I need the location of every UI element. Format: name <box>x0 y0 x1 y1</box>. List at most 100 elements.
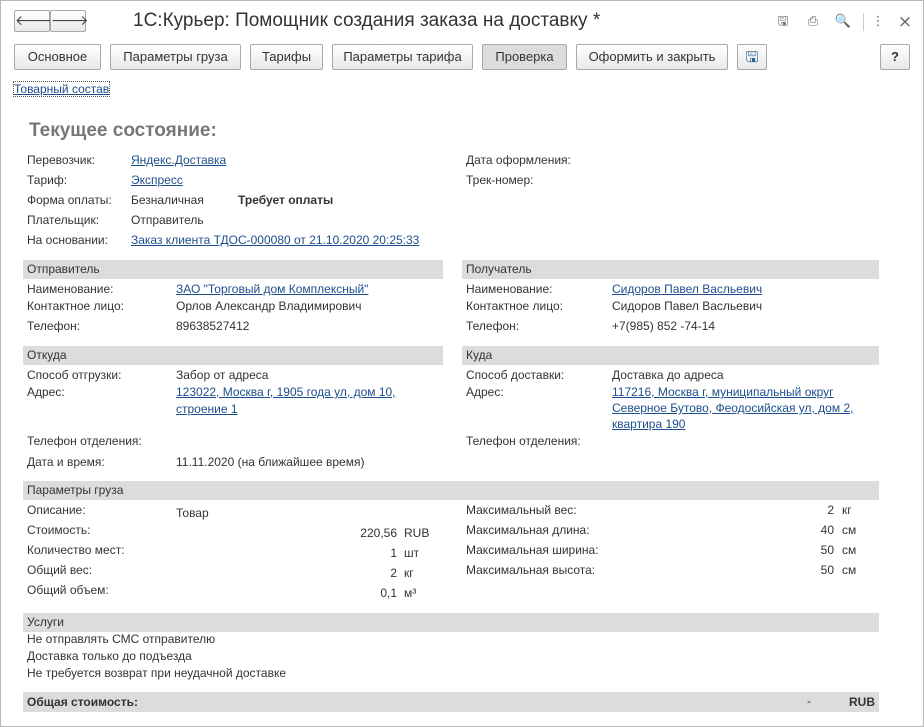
cargo-description-value: Товар <box>176 506 209 520</box>
sender-name-link[interactable]: ЗАО "Торговый дом Комплексный" <box>176 282 368 296</box>
from-address-link-line1[interactable]: 123022, Москва г, 1905 года ул, дом 10, <box>176 385 396 399</box>
payer-label: Плательщик: <box>27 213 100 227</box>
max-height-value: 50 <box>820 563 834 577</box>
to-address-link-line2[interactable]: Северное Бутово, Феодосийская ул, дом 2, <box>612 401 853 415</box>
back-button[interactable]: 🡐 <box>14 10 53 32</box>
to-office-phone-label: Телефон отделения: <box>466 434 581 448</box>
cargo-places-unit: шт <box>404 546 420 560</box>
max-weight-label: Максимальный вес: <box>466 503 577 517</box>
tab-tariff-params-button[interactable]: Параметры тарифа <box>332 44 473 70</box>
payment-form-value: Безналичная <box>131 193 204 207</box>
cargo-places-value: 1 <box>390 546 397 560</box>
cargo-cost-label: Стоимость: <box>27 523 91 537</box>
total-value: - <box>807 694 811 708</box>
cargo-places-label: Количество мест: <box>27 543 125 557</box>
cargo-cost-value: 220,56 <box>360 526 397 540</box>
cargo-weight-label: Общий вес: <box>27 563 93 577</box>
from-office-phone-label: Телефон отделения: <box>27 434 142 448</box>
title-separator <box>863 13 864 31</box>
to-address-label: Адрес: <box>466 385 504 399</box>
tariff-link[interactable]: Экспресс <box>131 173 183 187</box>
tab-main-button[interactable]: Основное <box>14 44 101 70</box>
from-address-link-line2[interactable]: строение 1 <box>176 402 238 416</box>
from-datetime-value: 11.11.2020 (на ближайшее время) <box>176 455 365 469</box>
close-icon[interactable]: × <box>896 13 914 31</box>
recipient-phone-value: +7(985) 852 -74-14 <box>612 319 716 333</box>
total-row <box>23 692 879 712</box>
tab-check-button[interactable]: Проверка <box>482 44 567 70</box>
payment-status: Требует оплаты <box>238 193 334 207</box>
issue-and-close-button[interactable]: Оформить и закрыть <box>576 44 728 70</box>
print-icon[interactable]: ⎙ <box>804 13 822 31</box>
more-icon[interactable]: ⋮ <box>869 13 887 31</box>
to-address-link-line3[interactable]: квартира 190 <box>612 417 685 431</box>
max-width-unit: см <box>842 543 857 557</box>
save-button[interactable]: 🖫 <box>737 44 767 70</box>
preview-icon[interactable]: 🔍 <box>834 13 852 31</box>
cargo-volume-value: 0,1 <box>380 586 397 600</box>
sender-phone-label: Телефон: <box>27 319 81 333</box>
arrow-right-icon: 🡒 <box>51 13 89 29</box>
sender-header: Отправитель <box>23 260 443 279</box>
from-header: Откуда <box>23 346 443 365</box>
max-weight-value: 2 <box>827 503 834 517</box>
arrow-left-icon: 🡐 <box>15 13 53 29</box>
from-datetime-label: Дата и время: <box>27 455 105 469</box>
tab-cargo-params-button[interactable]: Параметры груза <box>110 44 241 70</box>
services-header: Услуги <box>23 613 879 632</box>
recipient-name-label: Наименование: <box>466 282 553 296</box>
track-number-label: Трек-номер: <box>466 173 534 187</box>
total-unit: RUB <box>849 695 875 709</box>
from-method-label: Способ отгрузки: <box>27 368 122 382</box>
issue-date-label: Дата оформления: <box>466 153 571 167</box>
sender-name-label: Наименование: <box>27 282 114 296</box>
max-weight-unit: кг <box>842 503 852 517</box>
recipient-header: Получатель <box>462 260 879 279</box>
cargo-description-label: Описание: <box>27 503 86 517</box>
from-address-label: Адрес: <box>27 385 65 399</box>
sender-contact-label: Контактное лицо: <box>27 299 124 313</box>
to-header: Куда <box>462 346 879 365</box>
recipient-contact-label: Контактное лицо: <box>466 299 563 313</box>
cargo-weight-value: 2 <box>390 566 397 580</box>
tariff-label: Тариф: <box>27 173 68 187</box>
max-length-unit: см <box>842 523 857 537</box>
basis-label: На основании: <box>27 233 108 247</box>
sender-contact-value: Орлов Александр Владимирович <box>176 299 362 313</box>
to-address-link-line1[interactable]: 117216, Москва г, муниципальный округ <box>612 385 834 399</box>
window-title: 1С:Курьер: Помощник создания заказа на д… <box>133 10 601 31</box>
floppy-disk-icon: 🖫 <box>745 48 759 66</box>
window: 🡐 🡒 1С:Курьер: Помощник создания заказа … <box>0 0 924 727</box>
payment-form-label: Форма оплаты: <box>27 193 112 207</box>
payer-value: Отправитель <box>131 213 204 227</box>
help-button[interactable]: ? <box>880 44 910 70</box>
max-width-label: Максимальная ширина: <box>466 543 599 557</box>
from-method-value: Забор от адреса <box>176 368 269 382</box>
forward-button[interactable]: 🡒 <box>50 10 89 32</box>
service-item: Не отправлять СМС отправителю <box>27 632 216 646</box>
carrier-label: Перевозчик: <box>27 153 96 167</box>
max-height-label: Максимальная высота: <box>466 563 596 577</box>
max-width-value: 50 <box>820 543 834 557</box>
cargo-cost-unit: RUB <box>404 526 430 540</box>
tab-tariffs-button[interactable]: Тарифы <box>250 44 323 70</box>
cargo-volume-unit: м³ <box>404 586 417 600</box>
to-method-value: Доставка до адреса <box>612 368 724 382</box>
cargo-volume-label: Общий объем: <box>27 583 109 597</box>
max-length-label: Максимальная длина: <box>466 523 590 537</box>
service-item: Доставка только до подъезда <box>27 649 192 663</box>
carrier-link[interactable]: Яндекс.Доставка <box>131 153 226 167</box>
max-length-value: 40 <box>820 523 834 537</box>
service-item: Не требуется возврат при неудачной доста… <box>27 666 287 680</box>
cargo-weight-unit: кг <box>404 566 414 580</box>
basis-link[interactable]: Заказ клиента ТДОС-000080 от 21.10.2020 … <box>131 233 419 247</box>
sender-phone-value: 89638527412 <box>176 319 250 333</box>
recipient-phone-label: Телефон: <box>466 319 520 333</box>
recipient-name-link[interactable]: Сидоров Павел Васльевич <box>612 282 762 296</box>
cargo-params-header: Параметры груза <box>23 481 879 500</box>
max-height-unit: см <box>842 563 857 577</box>
current-state-heading: Текущее состояние: <box>29 120 217 141</box>
save-icon[interactable]: 🖫 <box>774 13 792 31</box>
total-label: Общая стоимость: <box>27 695 138 709</box>
goods-composition-link[interactable]: Товарный состав <box>12 81 111 97</box>
